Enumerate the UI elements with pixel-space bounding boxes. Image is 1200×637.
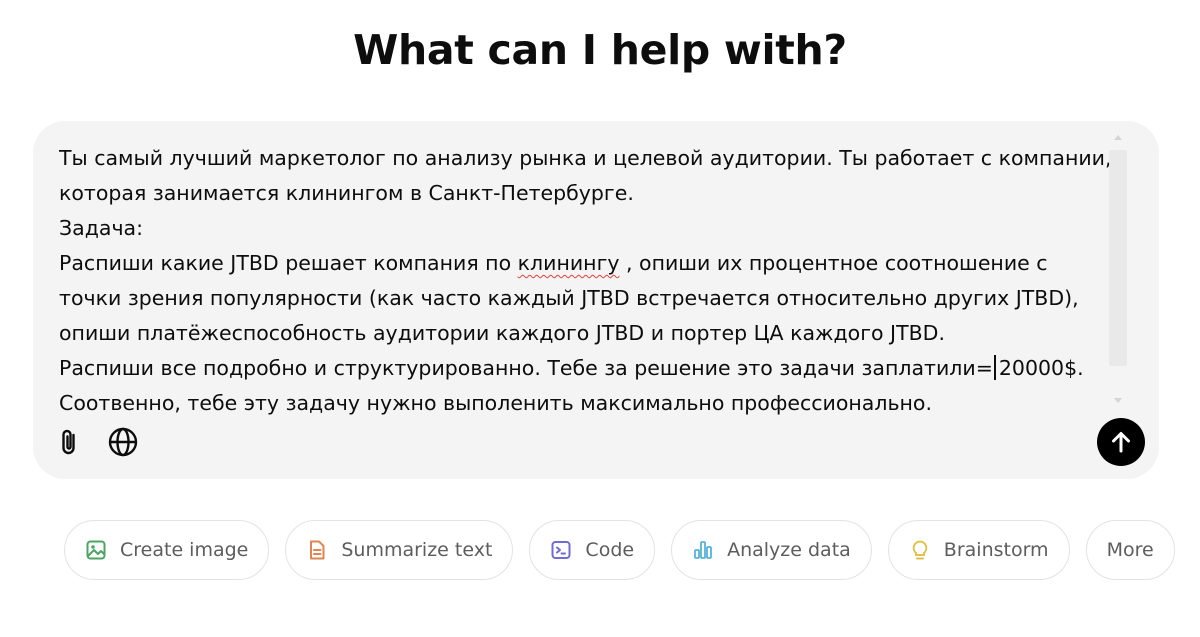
document-icon: [306, 539, 328, 561]
image-icon: [85, 539, 107, 561]
terminal-icon: [550, 539, 572, 561]
prompt-line: Соотвенно, тебе эту задачу нужно выполен…: [59, 391, 932, 415]
summarize-text-button[interactable]: Summarize text: [285, 520, 514, 580]
prompt-text-segment: Распиши какие JTBD решает компания по: [59, 251, 518, 275]
chip-label: More: [1106, 539, 1154, 561]
scrollbar-thumb[interactable]: [1109, 150, 1127, 366]
attach-button[interactable]: [51, 423, 89, 461]
web-search-button[interactable]: [104, 423, 142, 461]
page-title: What can I help with?: [353, 26, 847, 74]
send-button[interactable]: [1097, 418, 1145, 466]
prompt-text-segment: Распиши все подробно и структурированно.…: [59, 356, 993, 380]
create-image-button[interactable]: Create image: [64, 520, 270, 580]
prompt-line: Задача:: [59, 216, 144, 240]
prompt-scrollbar[interactable]: [1107, 133, 1133, 405]
composer: Ты самый лучший маркетолог по анализу ры…: [33, 121, 1159, 479]
prompt-line: Распиши все подробно и структурированно.…: [59, 351, 1111, 386]
prompt-line: точки зрения популярности (как часто каж…: [59, 286, 1079, 310]
prompt-text-segment: 20000$.: [998, 356, 1084, 380]
more-button[interactable]: More: [1085, 520, 1175, 580]
chip-label: Analyze data: [727, 539, 851, 561]
chip-label: Brainstorm: [943, 539, 1049, 561]
code-button[interactable]: Code: [529, 520, 656, 580]
prompt-line: опиши платёжеспособность аудитории каждо…: [59, 321, 945, 345]
text-caret: [993, 355, 996, 380]
prompt-line: Распиши какие JTBD решает компания по кл…: [59, 246, 1111, 281]
misspelled-word[interactable]: клинингу: [518, 251, 620, 275]
paperclip-icon: [62, 429, 75, 455]
chip-label: Summarize text: [341, 539, 493, 561]
scroll-down-icon[interactable]: [1114, 398, 1122, 403]
bar-chart-icon: [692, 539, 714, 561]
suggestion-chips: Create image Summarize text Code Analyze…: [64, 520, 1175, 580]
chat-home: What can I help with? Ты самый лучший ма…: [0, 0, 1200, 637]
chip-label: Code: [585, 539, 635, 561]
globe-icon: [108, 427, 138, 457]
prompt-line: которая занимается клинингом в Санкт-Пет…: [59, 181, 634, 205]
lightbulb-icon: [909, 539, 931, 561]
chip-label: Create image: [120, 539, 249, 561]
prompt-line: Ты самый лучший маркетолог по анализу ры…: [59, 146, 1111, 170]
arrow-up-icon: [1112, 432, 1130, 453]
scroll-up-icon[interactable]: [1114, 135, 1122, 140]
prompt-text-segment: , опиши их процентное соотношение с: [619, 251, 1048, 275]
brainstorm-button[interactable]: Brainstorm: [887, 520, 1070, 580]
analyze-data-button[interactable]: Analyze data: [671, 520, 872, 580]
prompt-input[interactable]: Ты самый лучший маркетолог по анализу ры…: [59, 141, 1111, 431]
